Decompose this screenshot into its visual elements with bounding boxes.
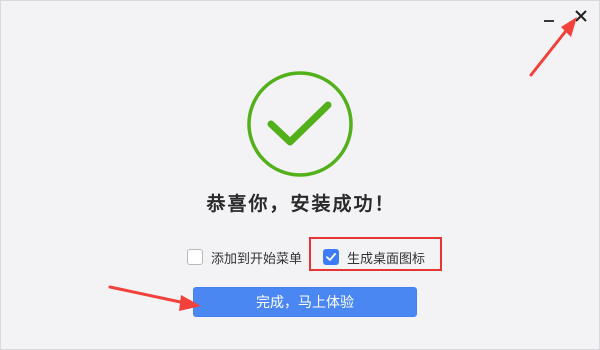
desktop-icon-checkbox[interactable] xyxy=(323,249,339,265)
checkmark-icon xyxy=(326,253,336,261)
close-button[interactable] xyxy=(570,5,592,27)
create-desktop-icon-option[interactable]: 生成桌面图标 xyxy=(323,246,425,268)
start-menu-label: 添加到开始菜单 xyxy=(211,251,303,267)
minimize-button[interactable] xyxy=(538,5,560,27)
annotation-arrow-icon xyxy=(108,285,201,311)
finish-button[interactable]: 完成，马上体验 xyxy=(193,287,417,317)
add-to-start-menu-option[interactable]: 添加到开始菜单 xyxy=(187,246,302,268)
check-circle-icon xyxy=(247,71,353,177)
start-menu-checkbox[interactable] xyxy=(187,249,203,265)
desktop-icon-label: 生成桌面图标 xyxy=(347,251,426,267)
minimize-icon xyxy=(544,20,554,22)
installer-window: 恭喜你，安装成功！ 添加到开始菜单 生成桌面图标 完成，马上体验 xyxy=(0,0,600,350)
success-title: 恭喜你，安装成功！ xyxy=(206,193,396,215)
close-icon xyxy=(575,10,587,22)
